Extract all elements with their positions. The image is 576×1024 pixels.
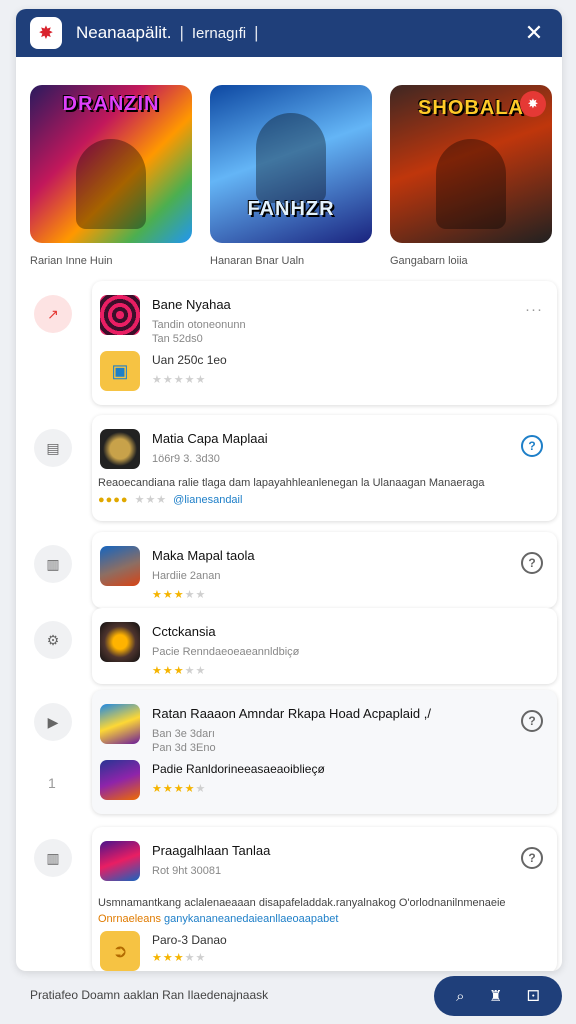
list-card[interactable]: Praagalhlaan Tanlaa Rot 9ht 30081 Usmnam…	[92, 827, 557, 971]
star-rating: ★★★★★	[152, 665, 207, 677]
star-rating: ★★★★★	[152, 374, 207, 386]
developer-tag[interactable]: @lianesandail	[173, 494, 242, 506]
download-icon[interactable]: ⚀	[527, 987, 540, 1005]
list-item[interactable]: ▣ Uan 250c 1eo ★★★★★	[100, 351, 227, 391]
list-card[interactable]: Bane Nyahaa Tandin otoneonunn Tan 52ds0 …	[92, 281, 557, 405]
window-title: Neanaapälit.	[76, 23, 172, 42]
app-name: Ratan Raaaon Amndar Rkapa Hoad Acpaplaid…	[152, 706, 431, 721]
settings-icon[interactable]: ⚙	[34, 621, 72, 659]
app-meta: Ban 3e 3darı	[152, 728, 215, 740]
featured-caption: Hanaran Bnar Ualn	[210, 255, 305, 267]
featured-card[interactable]: DRANZIN Rarian Inne Huin	[30, 85, 196, 267]
list-card[interactable]: Maka Mapal taola Hardiie 2anan ★★★★★ ?	[92, 532, 557, 608]
list-card[interactable]: Cctckansia Pacie Renndaeoeaeannldbiçø ★★…	[92, 608, 557, 684]
thumbnail-title: DRANZIN	[62, 93, 160, 115]
app-name: Praagalhlaan Tanlaa	[152, 843, 271, 858]
app-name: Maka Mapal taola	[152, 548, 255, 563]
pattern-icon	[100, 295, 140, 335]
search-icon[interactable]: ⌕	[456, 988, 464, 1005]
featured-carousel: DRANZIN Rarian Inne Huin FANHZR Hanaran …	[16, 57, 562, 267]
mech-icon	[100, 622, 140, 662]
list-item[interactable]: Ratan Raaaon Amndar Rkapa Hoad Acpaplaid…	[100, 704, 431, 754]
title-separator: |	[179, 23, 184, 42]
app-description: Reaoecandiana ralie tlaga dam lapayahhle…	[98, 477, 485, 489]
list-item[interactable]: Matia Capa Maplaai 1ö6r9 3. 3d30	[100, 429, 268, 469]
featured-caption: Rarian Inne Huin	[30, 255, 113, 267]
list-item[interactable]: Maka Mapal taola Hardiie 2anan ★★★★★	[100, 546, 255, 601]
app-name: Bane Nyahaa	[152, 297, 231, 312]
app-meta: Pan 3d 3Eno	[152, 742, 216, 754]
footer-text: Pratiafeo Doamn aaklan Ran Ilaedenajnaas…	[30, 988, 269, 1002]
store-icon[interactable]: ♜	[489, 987, 502, 1005]
warrior-figure-icon	[436, 139, 506, 229]
app-meta: Rot 9ht 30081	[152, 865, 222, 877]
featured-thumbnail[interactable]: DRANZIN	[30, 85, 192, 243]
rating-line: ●●●● ★★★ @lianesandail	[98, 493, 242, 507]
list-card[interactable]: Ratan Raaaon Amndar Rkapa Hoad Acpaplaid…	[92, 690, 557, 814]
star-rating: ★★★	[134, 494, 168, 506]
rogue-icon	[100, 760, 140, 800]
trending-icon[interactable]: ↗	[34, 295, 72, 333]
publisher-link[interactable]: ganykananeanedaieanllaeoaapabet	[161, 913, 338, 925]
app-name: Paro-3 Danao	[152, 933, 227, 947]
warrior-icon	[100, 546, 140, 586]
help-button[interactable]: ?	[521, 710, 543, 732]
category-link[interactable]: Onrnaeleans	[98, 913, 161, 925]
badge-dots-icon: ●●●●	[98, 493, 129, 506]
featured-caption: Gangabarn loiia	[390, 255, 468, 267]
thumbnail-title: FANHZR	[247, 198, 335, 220]
bottom-toolbar: ⌕ ♜ ⚀	[434, 976, 562, 1016]
brand-badge-icon: ✸	[520, 91, 546, 117]
star-rating: ★★★★★	[152, 952, 207, 964]
app-store-icon: ▣	[100, 351, 140, 391]
app-meta: 1ö6r9 3. 3d30	[152, 453, 220, 465]
help-button[interactable]: ?	[521, 847, 543, 869]
app-window: ✸ Neanaapälit. | Iernagıfi | ✕ DRANZIN R…	[16, 9, 562, 971]
app-meta: Tandin otoneonunn	[152, 319, 246, 331]
star-rating: ★★★★★	[152, 589, 207, 601]
list-card[interactable]: Matia Capa Maplaai 1ö6r9 3. 3d30 Reaoeca…	[92, 415, 557, 521]
featured-thumbnail[interactable]: SHOBALA ✸	[390, 85, 552, 243]
tower-icon	[100, 704, 140, 744]
app-description: Usmnamantkang aclalenaeaaan disapafeladd…	[98, 897, 506, 909]
app-meta: Hardiie 2anan	[152, 570, 221, 582]
knight-icon	[100, 429, 140, 469]
featured-card[interactable]: FANHZR Hanaran Bnar Ualn	[210, 85, 376, 267]
app-meta: Tan 52ds0	[152, 333, 203, 345]
close-button[interactable]: ✕	[520, 19, 548, 47]
list-item[interactable]: Cctckansia Pacie Renndaeoeaeannldbiçø ★★…	[100, 622, 299, 677]
app-description-links: Onrnaeleans ganykananeanedaieanllaeoaapa…	[98, 913, 338, 925]
window-subtitle: Iernagıfi	[191, 24, 247, 42]
app-name: Padie Ranldorineeasaeaoiblieçø	[152, 762, 325, 776]
folder-icon[interactable]: ▥	[34, 839, 72, 877]
app-name: Cctckansia	[152, 624, 216, 639]
hero-figure-icon	[76, 139, 146, 229]
help-button[interactable]: ?	[521, 552, 543, 574]
row-number: 1	[48, 775, 56, 791]
knight-figure-icon	[256, 113, 326, 203]
app-meta: Pacie Renndaeoeaeannldbiçø	[152, 646, 300, 658]
hero-icon	[100, 841, 140, 881]
title-separator-end: |	[254, 23, 259, 42]
play-icon[interactable]: ▶	[34, 703, 72, 741]
list-item[interactable]: Bane Nyahaa Tandin otoneonunn Tan 52ds0	[100, 295, 246, 345]
app-name: Matia Capa Maplaai	[152, 431, 268, 446]
app-name: Uan 250c 1eo	[152, 353, 227, 367]
featured-card[interactable]: SHOBALA ✸ Gangabarn loiia	[390, 85, 556, 267]
featured-thumbnail[interactable]: FANHZR	[210, 85, 372, 243]
coin-icon: ➲	[100, 931, 140, 971]
list-item[interactable]: Padie Ranldorineeasaeaoiblieçø ★★★★★	[100, 760, 325, 800]
more-options-button[interactable]: ···	[525, 301, 543, 318]
list-item[interactable]: ➲ Paro-3 Danao ★★★★★	[100, 931, 227, 971]
star-rating: ★★★★★	[152, 783, 207, 795]
thumbnail-title: SHOBALA	[418, 97, 524, 119]
calendar-icon[interactable]: ▤	[34, 429, 72, 467]
list-item[interactable]: Praagalhlaan Tanlaa Rot 9ht 30081	[100, 841, 270, 881]
folder-icon[interactable]: ▥	[34, 545, 72, 583]
title-bar: ✸ Neanaapälit. | Iernagıfi | ✕	[16, 9, 562, 57]
app-logo-icon: ✸	[30, 17, 62, 49]
help-button[interactable]: ?	[521, 435, 543, 457]
